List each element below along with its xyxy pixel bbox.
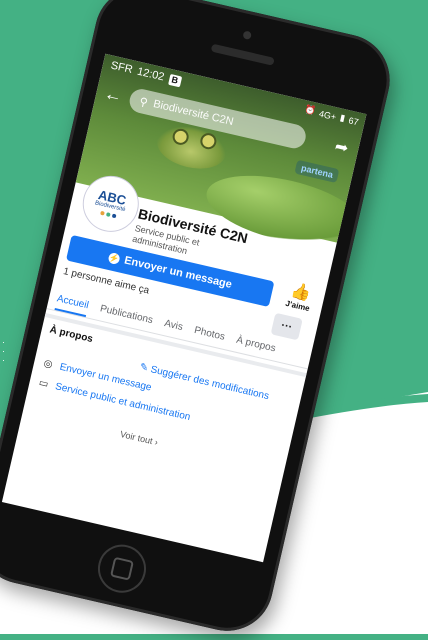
carrier-label: SFR (109, 59, 134, 77)
messenger-icon: ⚡ (107, 251, 121, 265)
about-title: À propos (48, 324, 94, 346)
chevron-right-icon: › (153, 436, 159, 448)
category-icon: ▭ (37, 377, 50, 391)
network-label: 4G+ (318, 108, 338, 122)
tab-accueil[interactable]: Accueil (54, 289, 91, 318)
tab-photos[interactable]: Photos (192, 321, 227, 348)
battery-level: 67 (347, 114, 360, 127)
search-icon: ⚲ (138, 95, 149, 109)
see-all-link[interactable]: Voir tout › (119, 429, 159, 447)
see-all-label: Voir tout (119, 428, 154, 447)
suggest-edits-label: Suggérer des modifications (149, 364, 271, 403)
like-button[interactable]: 👍 J'aime (277, 280, 322, 315)
messenger-icon: ◎ (42, 357, 54, 371)
signal-icon: ▮ (339, 112, 347, 124)
suggest-edits-link[interactable]: ✎ Suggérer des modifications (139, 362, 270, 402)
notification-badge-icon: B (167, 73, 182, 87)
home-square-icon (109, 556, 134, 581)
pencil-icon: ✎ (138, 361, 150, 375)
more-options-button[interactable]: ··· (270, 312, 303, 341)
tab-avis[interactable]: Avis (162, 314, 185, 339)
partner-logo: partena (294, 159, 340, 184)
alarm-icon: ⏰ (303, 104, 317, 117)
time-label: 12:02 (135, 65, 166, 84)
partial-ellipsis: · · · (2, 337, 5, 365)
tab-a-propos[interactable]: À propos (234, 331, 278, 360)
